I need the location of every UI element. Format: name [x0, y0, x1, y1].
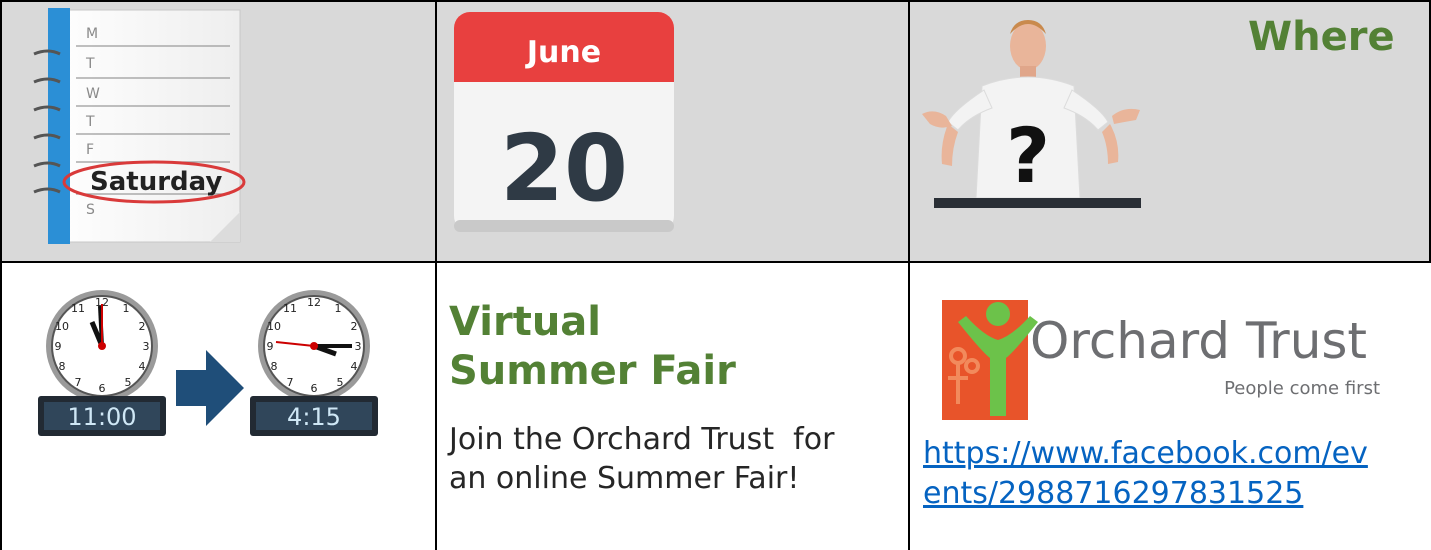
svg-text:2: 2 — [139, 320, 146, 333]
org-name: Orchard Trust — [1030, 312, 1367, 370]
event-description-line2: an online Summer Fair! — [449, 461, 800, 496]
end-time: 4:15 — [287, 403, 341, 431]
svg-text:4: 4 — [139, 360, 146, 373]
svg-text:1: 1 — [123, 302, 130, 315]
highlighted-day: Saturday — [90, 167, 222, 197]
month-label: June — [525, 35, 601, 70]
event-title: Virtual Summer Fair — [449, 298, 736, 396]
day-f: F — [86, 142, 94, 158]
day-w: W — [86, 86, 100, 102]
time-clocks-graphic: 12 12 345 678 91011 11:00 12 12 345 678 91… — [38, 290, 378, 436]
event-description-line1: Join the Orchard Trust for — [449, 422, 835, 457]
svg-text:10: 10 — [267, 320, 281, 333]
day-number: 20 — [500, 115, 628, 222]
weekday-notebook-icon: M T W T F S Saturday — [33, 8, 246, 244]
facebook-link-line2[interactable]: ents/2988716297831525 — [923, 474, 1393, 514]
svg-text:6: 6 — [311, 382, 318, 395]
svg-text:9: 9 — [55, 340, 62, 353]
day-t2: T — [85, 114, 95, 130]
svg-text:9: 9 — [267, 340, 274, 353]
svg-text:?: ? — [1006, 111, 1050, 200]
svg-text:6: 6 — [99, 382, 106, 395]
facebook-link-line1[interactable]: https://www.facebook.com/ev — [923, 434, 1393, 474]
day-s: S — [86, 202, 95, 218]
svg-text:12: 12 — [307, 296, 321, 309]
svg-text:3: 3 — [355, 340, 362, 353]
svg-text:4: 4 — [351, 360, 358, 373]
svg-text:8: 8 — [59, 360, 66, 373]
svg-text:10: 10 — [55, 320, 69, 333]
day-t1: T — [85, 56, 95, 72]
arrow-right-icon — [176, 350, 244, 426]
svg-text:7: 7 — [287, 376, 294, 389]
orchard-trust-logo: Orchard Trust People come first — [942, 300, 1380, 420]
start-time: 11:00 — [67, 403, 136, 431]
facebook-event-link[interactable]: https://www.facebook.com/ev ents/2988716… — [923, 434, 1393, 514]
event-title-line1: Virtual — [449, 299, 601, 345]
confused-person-icon: ? — [922, 20, 1140, 200]
date-calendar-icon: June 20 — [454, 12, 674, 232]
org-tagline: People come first — [1224, 378, 1380, 399]
day-m: M — [86, 26, 98, 42]
end-clock-icon: 12 12 3 45 6 78 9 1011 4:15 — [250, 290, 378, 436]
svg-text:3: 3 — [143, 340, 150, 353]
event-description: Join the Orchard Trust for an online Sum… — [449, 420, 869, 498]
svg-text:1: 1 — [335, 302, 342, 315]
svg-text:7: 7 — [75, 376, 82, 389]
svg-text:8: 8 — [271, 360, 278, 373]
svg-text:5: 5 — [125, 376, 132, 389]
svg-text:11: 11 — [71, 302, 85, 315]
where-underline — [934, 198, 1141, 208]
event-title-line2: Summer Fair — [449, 348, 736, 394]
where-heading: Where — [1248, 14, 1395, 60]
start-clock-icon: 12 12 345 678 91011 11:00 — [38, 290, 166, 436]
svg-text:2: 2 — [351, 320, 358, 333]
svg-text:5: 5 — [337, 376, 344, 389]
event-poster-table: M T W T F S Saturday June 20 ? Where 12 … — [0, 0, 1431, 550]
svg-text:11: 11 — [283, 302, 297, 315]
